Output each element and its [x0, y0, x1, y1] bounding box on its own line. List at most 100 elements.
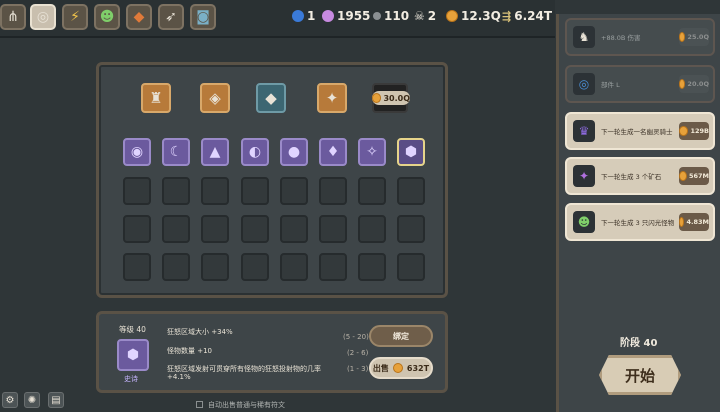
- option-cost-value: 25.0Q: [687, 33, 709, 41]
- option-card-damage[interactable]: ♞ +88.0B 伤害 25.0Q: [565, 18, 715, 56]
- rune-orb-icon: ●: [287, 144, 301, 160]
- rune-moon-icon: ☾: [169, 144, 183, 160]
- shop-rune-bag[interactable]: ♜: [141, 83, 171, 113]
- empty-slot[interactable]: [280, 253, 308, 281]
- option-card-ore[interactable]: ✦ 下一轮生成 3 个矿石 567M: [565, 157, 715, 195]
- rune-slot-3[interactable]: ▲: [201, 138, 229, 166]
- skull-resource: ☠ 2: [414, 9, 436, 23]
- coin-icon: [679, 171, 687, 181]
- empty-slot[interactable]: [201, 215, 229, 243]
- option-cost: 4.83M: [679, 213, 709, 231]
- rune-slot-7[interactable]: ✧: [358, 138, 386, 166]
- empty-slot[interactable]: [280, 177, 308, 205]
- coin-icon: [679, 79, 686, 89]
- network-icon[interactable]: ⋔: [0, 4, 26, 30]
- rune-slot-2[interactable]: ☾: [162, 138, 190, 166]
- empty-slot[interactable]: [162, 177, 190, 205]
- empty-slot[interactable]: [123, 177, 151, 205]
- option-cost: 20.0Q: [679, 75, 709, 93]
- settings-gear-icon[interactable]: ⚙: [2, 392, 18, 408]
- rune-detail-panel: 等级 40 ⬢ 史诗 狂怒区域大小 +34% 怪物数量 +10 狂怒区域发射可贯…: [96, 311, 448, 393]
- bind-button-label: 绑定: [393, 331, 409, 341]
- option-card-part[interactable]: ◎ 部件 L 20.0Q: [565, 65, 715, 103]
- empty-slot[interactable]: [358, 177, 386, 205]
- bow-icon[interactable]: ➶: [158, 4, 184, 30]
- rune-tab-icon[interactable]: ◎: [30, 4, 56, 30]
- start-button[interactable]: 开始: [599, 355, 681, 395]
- ore-crystal-icon: ✦: [573, 165, 595, 187]
- start-button-label: 开始: [624, 366, 655, 385]
- purple-resource-value: 1955: [337, 9, 371, 23]
- stat-range-1: (5 - 20): [343, 333, 369, 341]
- option-card-ghost-knight[interactable]: ♛ 下一轮生成一名幽灵骑士 129B: [565, 112, 715, 150]
- option-card-shiny-monster[interactable]: ☻ 下一轮生成 3 只闪光怪物 4.83M: [565, 203, 715, 241]
- empty-slot[interactable]: [123, 253, 151, 281]
- arrow-resource: ⇶ 6.24T: [502, 9, 552, 23]
- crystal-icon: ◆: [265, 89, 277, 107]
- empty-slot[interactable]: [319, 177, 347, 205]
- sell-button-label: 出售: [372, 363, 389, 373]
- grey-resource-value: 110: [384, 9, 410, 23]
- rune-slot-8-selected[interactable]: ⬢: [397, 138, 425, 166]
- gold-coin-icon: [446, 10, 458, 22]
- empty-slot[interactable]: [162, 253, 190, 281]
- rune-slot-6[interactable]: ♦: [319, 138, 347, 166]
- empty-slot[interactable]: [280, 215, 308, 243]
- bind-button[interactable]: 绑定: [369, 325, 433, 347]
- gem-icon: ◈: [209, 89, 221, 107]
- shop-rune-ore[interactable]: ✦: [317, 83, 347, 113]
- rune-slot-4[interactable]: ◐: [241, 138, 269, 166]
- option-cost: 567M: [679, 167, 709, 185]
- rune-bow-icon: ✧: [366, 144, 378, 160]
- empty-slot[interactable]: [397, 215, 425, 243]
- auto-sell-label: 自动出售普通与稀有符文: [208, 401, 285, 409]
- shop-rune-crystal[interactable]: ◆: [256, 83, 286, 113]
- auto-sell-checkbox[interactable]: [196, 401, 203, 408]
- rune-eye-icon: ◉: [130, 144, 144, 160]
- monster-icon[interactable]: ☻: [94, 4, 120, 30]
- empty-slot[interactable]: [201, 177, 229, 205]
- empty-slot[interactable]: [358, 253, 386, 281]
- lightning-icon[interactable]: ⚡: [62, 4, 88, 30]
- document-icon[interactable]: ▤: [48, 392, 64, 408]
- option-text: +88.0B 伤害: [601, 34, 641, 42]
- rune-inventory-panel: ♜ ◈ ◆ ✦ 30.0Q ◉ ☾ ▲ ◐ ● ♦ ✧ ⬢: [96, 62, 448, 298]
- gold-resource-value: 12.3Q: [461, 9, 501, 23]
- empty-slot[interactable]: [162, 215, 190, 243]
- empty-slot[interactable]: [241, 177, 269, 205]
- rune-rarity: 史诗: [124, 375, 138, 383]
- empty-slot[interactable]: [241, 253, 269, 281]
- stat-range-2: (2 - 6): [347, 349, 369, 357]
- shield-icon[interactable]: ◆: [126, 4, 152, 30]
- blue-resource-value: 1: [307, 9, 316, 23]
- stage-label: 阶段 40: [620, 338, 658, 349]
- gold-resource: 12.3Q: [446, 9, 501, 23]
- shop-rune-gem[interactable]: ◈: [200, 83, 230, 113]
- barrel-icon[interactable]: ◙: [190, 4, 216, 30]
- stat-range-3: (1 - 3): [347, 365, 369, 373]
- ore-icon: ✦: [325, 89, 339, 107]
- shop-price-value: 30.0Q: [383, 93, 410, 103]
- option-cost: 25.0Q: [679, 28, 709, 46]
- coin-icon: [679, 217, 685, 227]
- option-cost: 129B: [679, 122, 709, 140]
- coin-icon: [392, 363, 403, 373]
- shop-price-box[interactable]: 30.0Q: [372, 83, 410, 113]
- empty-slot[interactable]: [358, 215, 386, 243]
- arrow-resource-value: 6.24T: [514, 9, 553, 23]
- empty-slot[interactable]: [241, 215, 269, 243]
- rune-slot-1[interactable]: ◉: [123, 138, 151, 166]
- sparkle-icon[interactable]: ✺: [24, 392, 40, 408]
- empty-slot[interactable]: [397, 177, 425, 205]
- rune-slot-5[interactable]: ●: [280, 138, 308, 166]
- stat-line-4: +4.1%: [167, 373, 191, 381]
- sell-button[interactable]: 出售 632T: [369, 357, 433, 379]
- green-monster-icon: ☻: [573, 211, 595, 233]
- empty-slot[interactable]: [123, 215, 151, 243]
- empty-slot[interactable]: [201, 253, 229, 281]
- empty-slot[interactable]: [319, 215, 347, 243]
- blue-resource: 1: [292, 9, 315, 23]
- empty-slot[interactable]: [397, 253, 425, 281]
- top-bar: ⋔ ◎ ⚡ ☻ ◆ ➶ ◙ 1 1955 110 ☠ 2 12.3Q ⇶ 6.2…: [0, 0, 555, 38]
- empty-slot[interactable]: [319, 253, 347, 281]
